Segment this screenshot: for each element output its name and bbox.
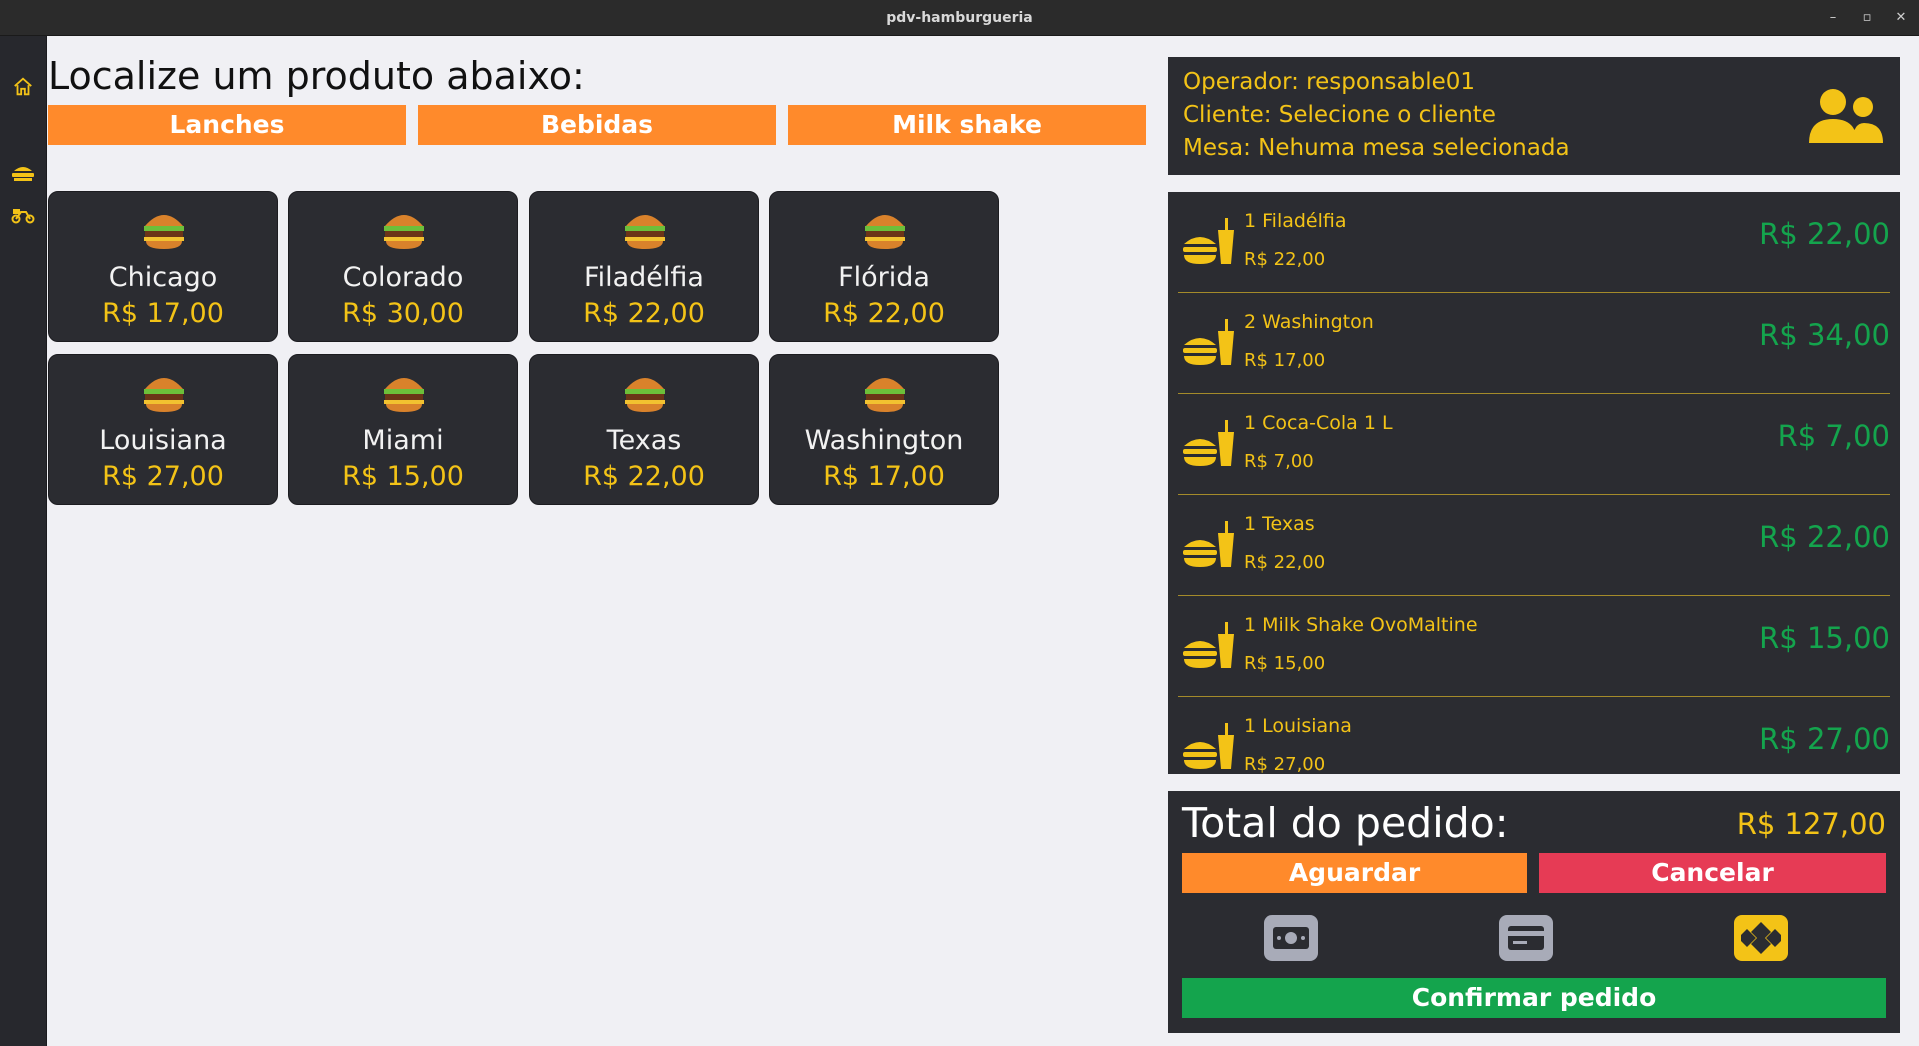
order-item-unit-price: R$ 22,00 bbox=[1244, 249, 1326, 270]
tab-milk-shake[interactable]: Milk shake bbox=[788, 105, 1146, 145]
order-item-name: 1 Coca-Cola 1 L bbox=[1244, 412, 1393, 434]
product-name: Miami bbox=[362, 425, 444, 456]
product-name: Colorado bbox=[342, 262, 464, 293]
window-titlebar: pdv-hamburgueria – ▫ ✕ bbox=[0, 0, 1919, 36]
burger-icon bbox=[144, 378, 184, 412]
delivery-scooter-icon[interactable] bbox=[9, 200, 37, 228]
order-item[interactable]: 2 Washington R$ 17,00 R$ 34,00 bbox=[1178, 293, 1890, 394]
order-item-name: 1 Milk Shake OvoMaltine bbox=[1244, 614, 1478, 636]
total-label: Total do pedido: bbox=[1182, 799, 1509, 847]
product-price: R$ 17,00 bbox=[102, 298, 224, 329]
order-item-total: R$ 34,00 bbox=[1759, 318, 1890, 352]
food-counter-icon[interactable] bbox=[9, 158, 37, 186]
order-item-total: R$ 22,00 bbox=[1759, 520, 1890, 554]
burger-icon bbox=[865, 378, 905, 412]
order-item-name: 2 Washington bbox=[1244, 311, 1374, 333]
product-name: Texas bbox=[606, 425, 682, 456]
home-icon[interactable] bbox=[9, 73, 37, 101]
order-item[interactable]: 1 Louisiana R$ 27,00 R$ 27,00 bbox=[1178, 697, 1890, 774]
users-icon[interactable] bbox=[1806, 87, 1886, 147]
client-selector[interactable]: Cliente: Selecione o cliente bbox=[1183, 102, 1496, 128]
order-item-total: R$ 22,00 bbox=[1759, 217, 1890, 251]
product-price: R$ 22,00 bbox=[583, 461, 705, 492]
close-button[interactable]: ✕ bbox=[1891, 8, 1911, 28]
order-item-total: R$ 7,00 bbox=[1777, 419, 1890, 453]
order-item-unit-price: R$ 7,00 bbox=[1244, 451, 1314, 472]
card-icon[interactable] bbox=[1499, 915, 1553, 961]
table-selector[interactable]: Mesa: Nehuma mesa selecionada bbox=[1183, 135, 1570, 161]
product-card[interactable]: Texas R$ 22,00 bbox=[529, 354, 759, 505]
order-item-unit-price: R$ 22,00 bbox=[1244, 552, 1326, 573]
product-card[interactable]: Chicago R$ 17,00 bbox=[48, 191, 278, 342]
product-card[interactable]: Filadélfia R$ 22,00 bbox=[529, 191, 759, 342]
order-item-name: 1 Filadélfia bbox=[1244, 210, 1347, 232]
product-card[interactable]: Colorado R$ 30,00 bbox=[288, 191, 518, 342]
burger-drink-icon bbox=[1183, 622, 1234, 668]
product-area: Localize um produto abaixo: Lanches Bebi… bbox=[48, 36, 1158, 1046]
product-name: Filadélfia bbox=[584, 262, 704, 293]
category-tabs: Lanches Bebidas Milk shake bbox=[48, 105, 1147, 145]
order-item-unit-price: R$ 27,00 bbox=[1244, 754, 1326, 774]
order-list: 1 Filadélfia R$ 22,00 R$ 22,00 2 Washing… bbox=[1168, 192, 1900, 774]
burger-icon bbox=[384, 215, 424, 249]
burger-drink-icon bbox=[1183, 319, 1234, 365]
product-name: Chicago bbox=[108, 262, 218, 293]
order-item-name: 1 Louisiana bbox=[1244, 715, 1352, 737]
burger-icon bbox=[865, 215, 905, 249]
product-name: Louisiana bbox=[99, 425, 227, 456]
product-price: R$ 22,00 bbox=[823, 298, 945, 329]
product-price: R$ 27,00 bbox=[102, 461, 224, 492]
product-card[interactable]: Flórida R$ 22,00 bbox=[769, 191, 999, 342]
window-title: pdv-hamburgueria bbox=[886, 10, 1033, 26]
minimize-button[interactable]: – bbox=[1823, 8, 1843, 28]
tab-bebidas[interactable]: Bebidas bbox=[418, 105, 776, 145]
burger-icon bbox=[625, 378, 665, 412]
product-card[interactable]: Washington R$ 17,00 bbox=[769, 354, 999, 505]
order-item[interactable]: 1 Filadélfia R$ 22,00 R$ 22,00 bbox=[1178, 192, 1890, 293]
sidebar bbox=[0, 36, 47, 1046]
product-price: R$ 17,00 bbox=[823, 461, 945, 492]
page-title: Localize um produto abaixo: bbox=[48, 54, 585, 98]
order-item[interactable]: 1 Texas R$ 22,00 R$ 22,00 bbox=[1178, 495, 1890, 596]
cancel-button[interactable]: Cancelar bbox=[1539, 853, 1886, 893]
product-name: Flórida bbox=[838, 262, 930, 293]
tab-lanches[interactable]: Lanches bbox=[48, 105, 406, 145]
order-item[interactable]: 1 Milk Shake OvoMaltine R$ 15,00 R$ 15,0… bbox=[1178, 596, 1890, 697]
order-item-unit-price: R$ 15,00 bbox=[1244, 653, 1326, 674]
cash-icon[interactable] bbox=[1264, 915, 1318, 961]
order-summary-panel: Total do pedido: R$ 127,00 Aguardar Canc… bbox=[1168, 791, 1900, 1033]
order-item-total: R$ 15,00 bbox=[1759, 621, 1890, 655]
order-info-panel: Operador: responsable01 Cliente: Selecio… bbox=[1168, 57, 1900, 175]
product-name: Washington bbox=[804, 425, 964, 456]
burger-icon bbox=[144, 215, 184, 249]
order-item-total: R$ 27,00 bbox=[1759, 722, 1890, 756]
product-card[interactable]: Louisiana R$ 27,00 bbox=[48, 354, 278, 505]
wait-button[interactable]: Aguardar bbox=[1182, 853, 1527, 893]
burger-drink-icon bbox=[1183, 521, 1234, 567]
burger-icon bbox=[625, 215, 665, 249]
product-price: R$ 22,00 bbox=[583, 298, 705, 329]
order-item-unit-price: R$ 17,00 bbox=[1244, 350, 1326, 371]
product-price: R$ 30,00 bbox=[342, 298, 464, 329]
total-value: R$ 127,00 bbox=[1736, 807, 1886, 841]
confirm-order-button[interactable]: Confirmar pedido bbox=[1182, 978, 1886, 1018]
burger-drink-icon bbox=[1183, 723, 1234, 769]
burger-drink-icon bbox=[1183, 420, 1234, 466]
order-item[interactable]: 1 Coca-Cola 1 L R$ 7,00 R$ 7,00 bbox=[1178, 394, 1890, 495]
operator-label: Operador: responsable01 bbox=[1183, 69, 1476, 95]
product-card[interactable]: Miami R$ 15,00 bbox=[288, 354, 518, 505]
maximize-button[interactable]: ▫ bbox=[1857, 8, 1877, 28]
product-price: R$ 15,00 bbox=[342, 461, 464, 492]
order-item-name: 1 Texas bbox=[1244, 513, 1315, 535]
burger-icon bbox=[384, 378, 424, 412]
burger-drink-icon bbox=[1183, 218, 1234, 264]
pix-icon[interactable] bbox=[1734, 915, 1788, 961]
